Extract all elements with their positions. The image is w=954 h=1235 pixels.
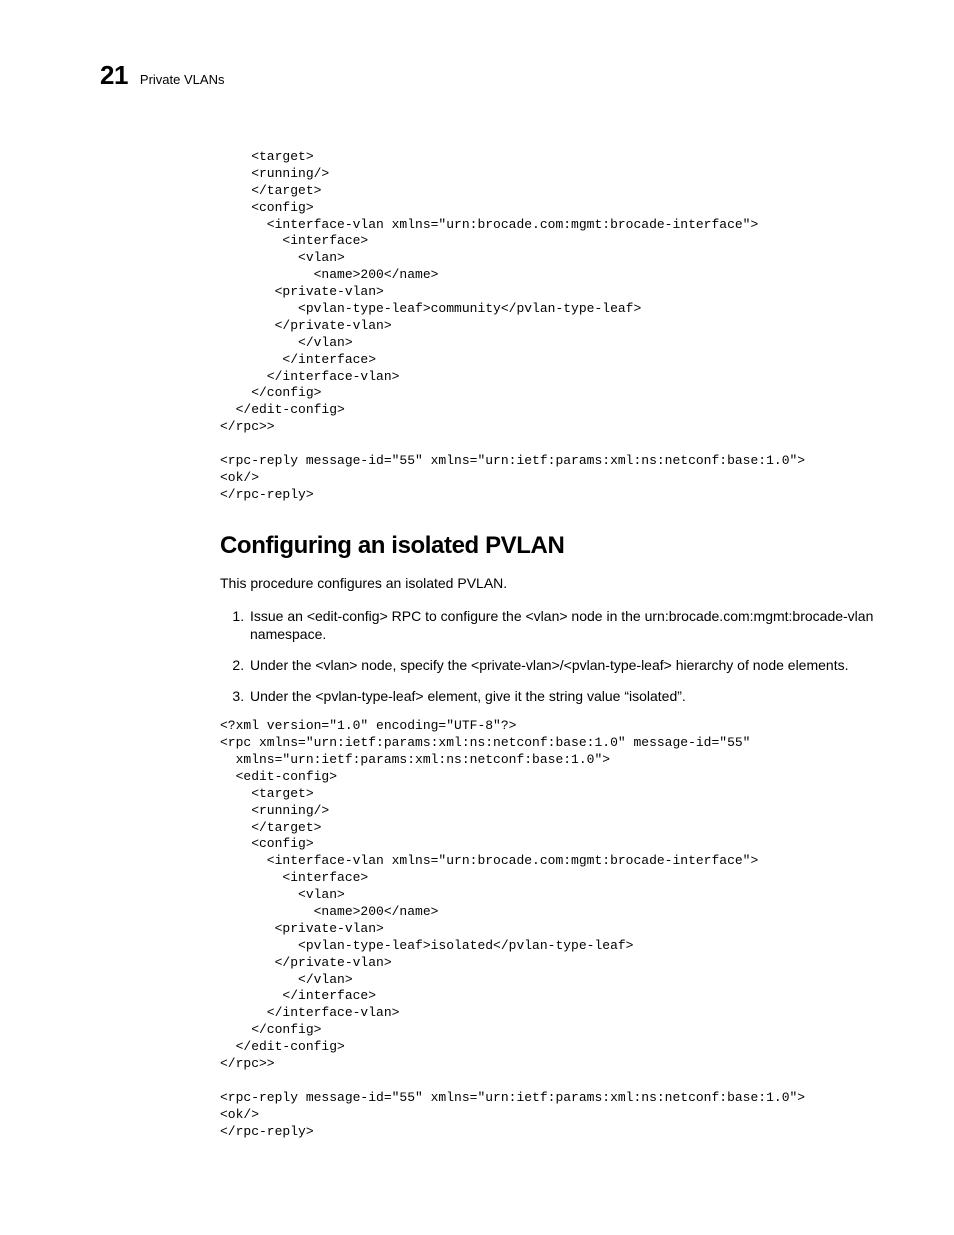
step-item: Issue an <edit-config> RPC to configure … — [248, 607, 884, 645]
step-item: Under the <pvlan-type-leaf> element, giv… — [248, 687, 884, 706]
section-intro: This procedure configures an isolated PV… — [220, 574, 884, 593]
page-container: 21 Private VLANs <target> <running/> </t… — [0, 0, 954, 1235]
section-heading: Configuring an isolated PVLAN — [220, 532, 884, 560]
code-block-top: <target> <running/> </target> <config> <… — [220, 149, 884, 504]
running-title: Private VLANs — [140, 72, 225, 87]
procedure-steps: Issue an <edit-config> RPC to configure … — [220, 607, 884, 707]
step-item: Under the <vlan> node, specify the <priv… — [248, 656, 884, 675]
code-block-bottom: <?xml version="1.0" encoding="UTF-8"?> <… — [220, 718, 884, 1140]
page-number: 21 — [100, 60, 128, 91]
main-content: <target> <running/> </target> <config> <… — [220, 149, 884, 1140]
page-header: 21 Private VLANs — [100, 60, 884, 91]
